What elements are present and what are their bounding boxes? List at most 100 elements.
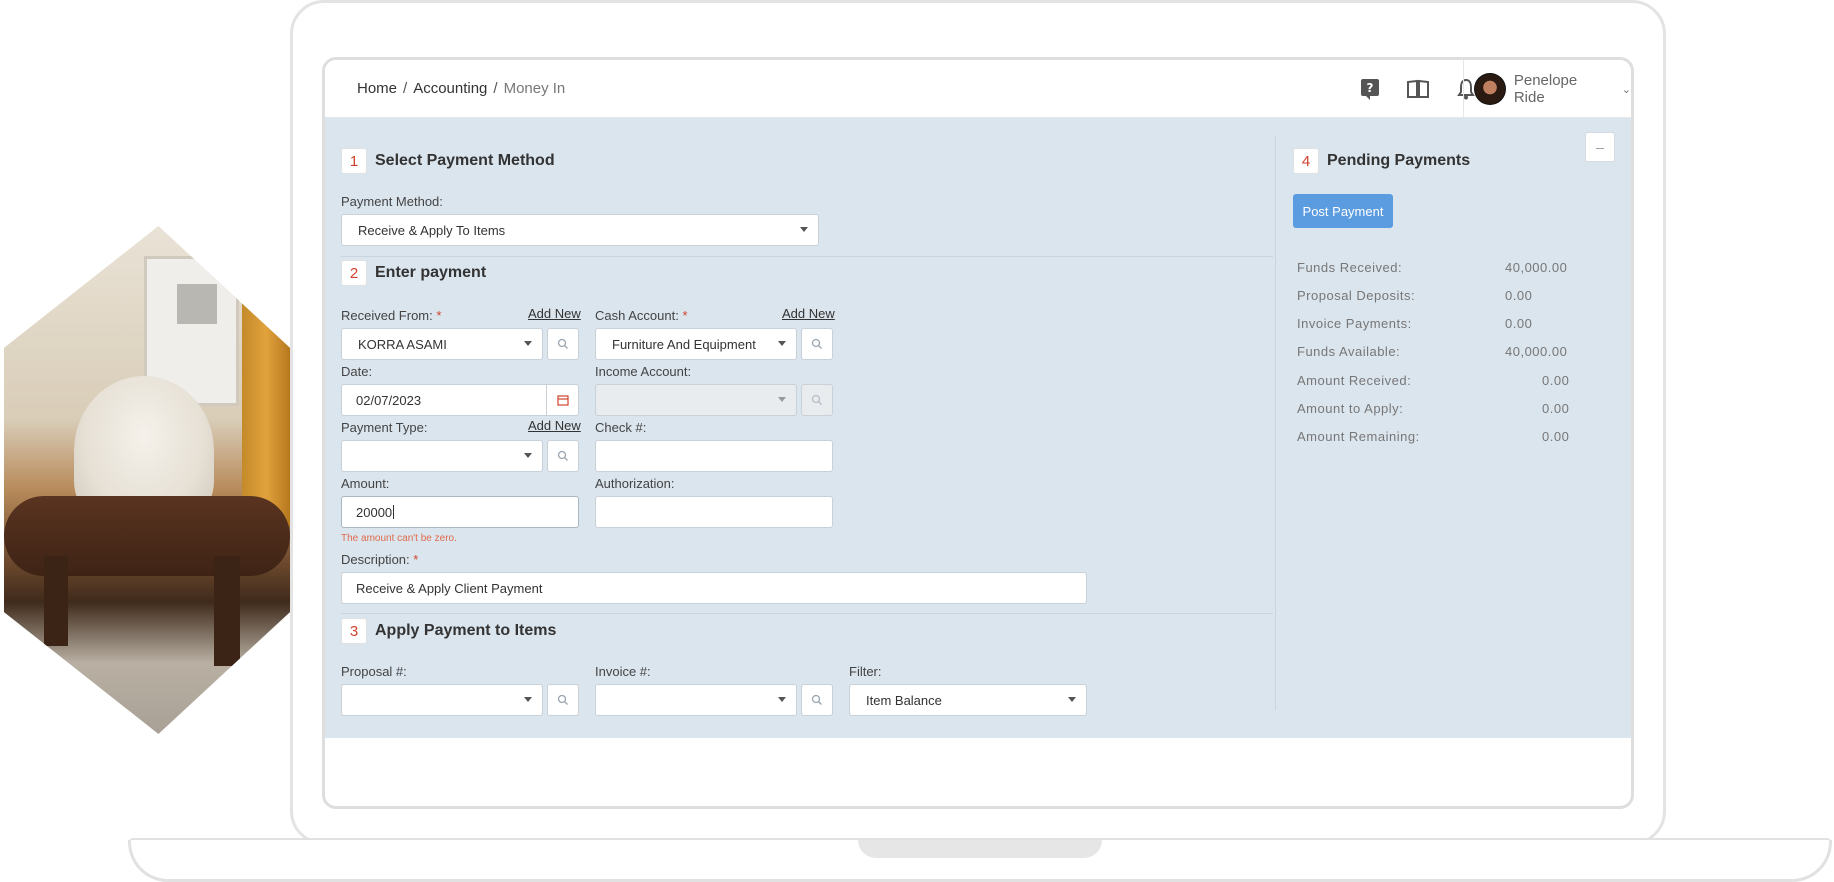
funds-available-row: Funds Available: 40,000.00 — [1297, 344, 1567, 364]
svg-text:?: ? — [1367, 81, 1374, 95]
received-from-search-button[interactable] — [547, 328, 579, 360]
avatar — [1474, 73, 1506, 105]
received-from-value: KORRA ASAMI — [358, 336, 447, 352]
cash-account-label: Cash Account: * — [595, 308, 688, 323]
payment-type-select[interactable] — [341, 440, 543, 472]
photo-table-leg — [214, 556, 240, 666]
calendar-icon[interactable] — [546, 385, 578, 415]
invoice-number-select[interactable] — [595, 684, 797, 716]
book-icon[interactable] — [1405, 76, 1431, 102]
summary-value: 0.00 — [1505, 316, 1533, 331]
proposal-number-select[interactable] — [341, 684, 543, 716]
post-payment-button[interactable]: Post Payment — [1293, 194, 1393, 228]
summary-label: Amount to Apply: — [1297, 401, 1404, 416]
date-label: Date: — [341, 364, 373, 379]
description-label: Description: * — [341, 552, 418, 567]
payment-method-value: Receive & Apply To Items — [358, 222, 506, 238]
user-menu[interactable]: Penelope Ride ⌄ — [1463, 60, 1631, 118]
search-icon — [557, 338, 568, 349]
photo-table-leg — [44, 556, 68, 646]
step-title: Apply Payment to Items — [375, 622, 557, 639]
summary-value: 0.00 — [1505, 288, 1533, 303]
required-mark: * — [682, 308, 688, 323]
top-icons: ? — [1357, 76, 1479, 102]
date-input[interactable]: 02/07/2023 — [341, 384, 579, 416]
received-from-label: Received From: * — [341, 308, 441, 323]
received-from-select[interactable]: KORRA ASAMI — [341, 328, 543, 360]
income-account-search-button[interactable] — [801, 384, 833, 416]
caret-down-icon — [524, 341, 532, 346]
photo-curtain — [242, 226, 290, 526]
required-mark: * — [413, 552, 419, 567]
collapse-panel-button[interactable]: – — [1585, 132, 1615, 162]
description-value: Receive & Apply Client Payment — [356, 580, 543, 596]
received-from-label-text: Received From: — [341, 308, 433, 323]
summary-value: 40,000.00 — [1505, 260, 1568, 275]
invoice-number-label: Invoice #: — [595, 664, 651, 679]
amount-to-apply-row: Amount to Apply: 0.00 — [1297, 401, 1569, 421]
cash-account-select[interactable]: Furniture And Equipment — [595, 328, 797, 360]
check-number-input[interactable] — [595, 440, 833, 472]
summary-label: Invoice Payments: — [1297, 316, 1412, 331]
step-number: 4 — [1293, 148, 1319, 174]
step-3-header: 3 Apply Payment to Items — [341, 618, 556, 644]
filter-label: Filter: — [849, 664, 882, 679]
breadcrumb: Home / Accounting / Money In — [357, 80, 565, 97]
payment-method-select[interactable]: Receive & Apply To Items — [341, 214, 819, 246]
filter-select[interactable]: Item Balance — [849, 684, 1087, 716]
text-cursor — [393, 505, 395, 519]
cash-account-add-new-link[interactable]: Add New — [782, 306, 835, 321]
amount-error-message: The amount can't be zero. — [341, 533, 457, 544]
step-number: 3 — [341, 618, 367, 644]
amount-received-row: Amount Received: 0.00 — [1297, 373, 1570, 393]
summary-value: 0.00 — [1542, 429, 1570, 444]
summary-value: 0.00 — [1542, 373, 1570, 388]
top-bar: Home / Accounting / Money In ? Penelope … — [325, 60, 1631, 118]
breadcrumb-separator: / — [403, 80, 408, 97]
funds-received-row: Funds Received: 40,000.00 — [1297, 260, 1567, 280]
caret-down-icon — [778, 697, 786, 702]
chevron-down-icon: ⌄ — [1621, 83, 1631, 96]
invoice-payments-row: Invoice Payments: 0.00 — [1297, 316, 1567, 336]
filter-value: Item Balance — [866, 692, 942, 708]
received-from-add-new-link[interactable]: Add New — [528, 306, 581, 321]
payment-method-label: Payment Method: — [341, 194, 443, 209]
step-title: Enter payment — [375, 264, 487, 281]
summary-label: Funds Available: — [1297, 344, 1401, 359]
breadcrumb-accounting[interactable]: Accounting — [413, 80, 487, 97]
proposal-search-button[interactable] — [547, 684, 579, 716]
description-label-text: Description: — [341, 552, 410, 567]
summary-value: 40,000.00 — [1505, 344, 1568, 359]
invoice-search-button[interactable] — [801, 684, 833, 716]
proposal-deposits-row: Proposal Deposits: 0.00 — [1297, 288, 1567, 308]
step-2-header: 2 Enter payment — [341, 260, 486, 286]
caret-down-icon — [778, 397, 786, 402]
step-title: Select Payment Method — [375, 152, 555, 169]
section-divider — [341, 613, 1273, 614]
amount-input[interactable]: 20000 — [341, 496, 579, 528]
description-input[interactable]: Receive & Apply Client Payment — [341, 572, 1087, 604]
search-icon — [811, 338, 822, 349]
breadcrumb-separator: / — [493, 80, 498, 97]
user-name: Penelope Ride — [1513, 72, 1578, 106]
payment-type-search-button[interactable] — [547, 440, 579, 472]
cash-account-search-button[interactable] — [801, 328, 833, 360]
amount-remaining-row: Amount Remaining: 0.00 — [1297, 429, 1570, 449]
income-account-select[interactable] — [595, 384, 797, 416]
help-icon[interactable]: ? — [1357, 76, 1383, 102]
payment-type-add-new-link[interactable]: Add New — [528, 418, 581, 433]
amount-value: 20000 — [356, 504, 393, 520]
amount-label: Amount: — [341, 476, 390, 491]
cash-account-label-text: Cash Account: — [595, 308, 679, 323]
search-icon — [557, 450, 568, 461]
breadcrumb-home[interactable]: Home — [357, 80, 397, 97]
step-number: 1 — [341, 148, 367, 174]
decorative-room-photo — [4, 226, 290, 734]
payment-form: 1 Select Payment Method Payment Method: … — [341, 118, 1273, 738]
payment-type-label: Payment Type: — [341, 420, 428, 435]
proposal-number-label: Proposal #: — [341, 664, 407, 679]
authorization-input[interactable] — [595, 496, 833, 528]
date-value: 02/07/2023 — [356, 392, 422, 408]
panel-divider — [1275, 136, 1276, 710]
check-number-label: Check #: — [595, 420, 647, 435]
